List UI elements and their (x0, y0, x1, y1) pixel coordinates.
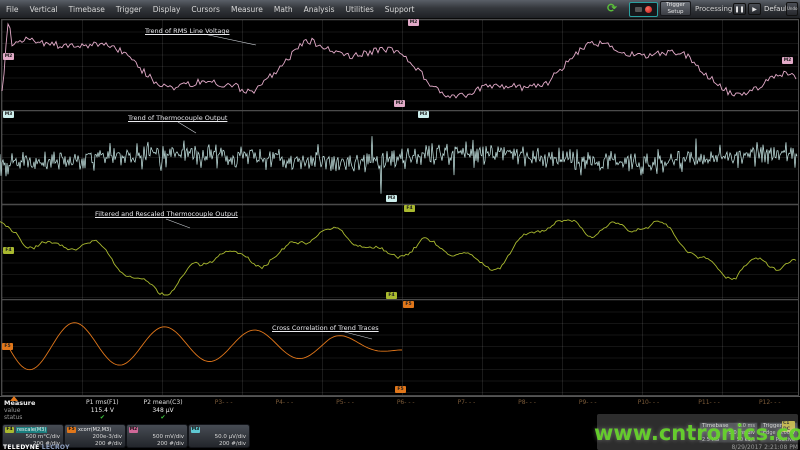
brand-logo: TELEDYNE LECROY (3, 444, 70, 450)
measure-header: P10- - - (638, 399, 660, 406)
measure-value-row-label: value (4, 407, 72, 414)
measure-column[interactable]: P5- - - (315, 397, 376, 422)
trigger-setup-line1: Trigger (661, 2, 690, 9)
measure-header: P6- - - (397, 399, 415, 406)
trace-level-marker[interactable]: F4 (3, 247, 14, 254)
measure-header: P8- - - (518, 399, 536, 406)
measure-status-icon: ✔ (100, 414, 105, 421)
trace-tag: M2 (129, 427, 138, 433)
record-icon (645, 6, 652, 13)
menu-support[interactable]: Support (385, 5, 415, 14)
menu-measure[interactable]: Measure (231, 5, 263, 14)
bottom-status-bar: F4rescale(M3)500 m°C/div200 #/divF5xcorr… (0, 421, 800, 450)
processing-status: Processing (695, 5, 732, 13)
trigger-setup-line2: Setup (661, 9, 690, 16)
menu-display[interactable]: Display (153, 5, 181, 14)
annotation-filtered-thermocouple: Filtered and Rescaled Thermocouple Outpu… (95, 210, 238, 218)
menu-utilities[interactable]: Utilities (346, 5, 374, 14)
descriptor-horiz-scale: 200 #/div (127, 441, 187, 448)
annotation-rms-trend: Trend of RMS Line Voltage (145, 27, 230, 35)
trace-level-marker[interactable]: M3 (3, 111, 14, 118)
measure-header: P3- - - (215, 399, 233, 406)
menu-file[interactable]: File (6, 5, 19, 14)
menu-vertical[interactable]: Vertical (30, 5, 58, 14)
menu-math[interactable]: Math (274, 5, 293, 14)
brand-teledyne: TELEDYNE (3, 444, 40, 450)
trace-level-marker[interactable]: M2 (3, 53, 14, 60)
auto-refresh-icon[interactable]: ⟳ (607, 1, 617, 15)
descriptor-title: xcorr(M2,M3) (78, 427, 111, 433)
measure-column[interactable]: P8- - - (497, 397, 558, 422)
menu-trigger[interactable]: Trigger (116, 5, 142, 14)
annotation-thermocouple-trend: Trend of Thermocouple Output (128, 114, 227, 122)
measure-column[interactable]: P4- - - (254, 397, 315, 422)
grid-thermocouple-trend[interactable] (1, 110, 799, 206)
measure-column[interactable]: P7- - - (436, 397, 497, 422)
trace-tag: M3 (191, 427, 200, 433)
trace-level-marker[interactable]: F4 (404, 205, 415, 212)
descriptor-title: rescale(M3) (16, 427, 47, 433)
trace-level-marker[interactable]: F4 (386, 292, 397, 299)
measure-header: P9- - - (579, 399, 597, 406)
trace-level-marker[interactable]: F5 (2, 343, 13, 350)
descriptor-horiz-scale: 200 #/div (189, 441, 249, 448)
trace-tag: F4 (5, 427, 14, 433)
record-indicator[interactable] (629, 2, 658, 17)
trace-level-marker[interactable]: F5 (403, 301, 414, 308)
menu-timebase[interactable]: Timebase (69, 5, 105, 14)
trace-level-marker[interactable]: M2 (782, 57, 793, 64)
grid-filtered-thermocouple[interactable] (1, 204, 799, 301)
measure-header: P11- - - (698, 399, 720, 406)
descriptor-f5[interactable]: F5xcorr(M2,M3)200e-3/div200 #/div (64, 424, 126, 448)
menu-cursors[interactable]: Cursors (191, 5, 220, 14)
measure-header: P4- - - (275, 399, 293, 406)
undo-button[interactable]: Undo (786, 2, 798, 16)
trace-tag: F5 (67, 427, 76, 433)
menu-bar: File Vertical Timebase Trigger Display Cursor… (0, 0, 800, 19)
trace-level-marker[interactable]: M2 (394, 100, 405, 107)
measure-header: P5- - - (336, 399, 354, 406)
annotation-cross-correlation: Cross Correlation of Trend Traces (272, 324, 379, 332)
pause-button[interactable]: ❚❚ (733, 3, 746, 15)
menu-items: File Vertical Timebase Trigger Display Cursor… (6, 0, 414, 18)
watermark-text: www.cntronics.com (594, 421, 800, 445)
trace-level-marker[interactable]: M2 (408, 19, 419, 26)
menu-analysis[interactable]: Analysis (304, 5, 335, 14)
grid-rms-trend[interactable] (1, 19, 799, 112)
measure-value: 115.4 V (91, 407, 114, 413)
measure-column[interactable]: P6- - - (375, 397, 436, 422)
measure-column[interactable]: P2 mean(C3)348 µV✔ (133, 397, 194, 422)
measure-header: P1 rms(F1) (86, 399, 119, 406)
oscilloscope-screen: File Vertical Timebase Trigger Display Cursor… (0, 0, 800, 450)
measure-column[interactable]: P3- - - (193, 397, 254, 422)
trigger-setup-button[interactable]: Trigger Setup (660, 1, 691, 16)
play-button[interactable]: ▶ (748, 3, 761, 15)
measure-status-row-label: status (4, 414, 72, 421)
trace-level-marker[interactable]: M3 (386, 195, 397, 202)
descriptor-m2[interactable]: M2500 mV/div200 #/div (126, 424, 188, 448)
brand-lecroy: LECROY (42, 444, 70, 450)
trace-level-marker[interactable]: M3 (418, 111, 429, 118)
measure-header: P7- - - (457, 399, 475, 406)
measure-value: 348 µV (152, 407, 173, 413)
trace-level-marker[interactable]: F5 (395, 386, 406, 393)
camera-icon (635, 7, 642, 12)
trigger-delay-marker-icon[interactable] (10, 396, 18, 401)
measure-column[interactable]: P1 rms(F1)115.4 V✔ (72, 397, 133, 422)
grid-cross-correlation[interactable] (1, 299, 799, 396)
measure-header: P2 mean(C3) (143, 399, 182, 406)
measure-status-icon: ✔ (160, 414, 165, 421)
descriptor-m3[interactable]: M350.0 µV/div200 #/div (188, 424, 250, 448)
descriptor-horiz-scale: 200 #/div (65, 441, 125, 448)
measure-header: P12- - - (759, 399, 781, 406)
